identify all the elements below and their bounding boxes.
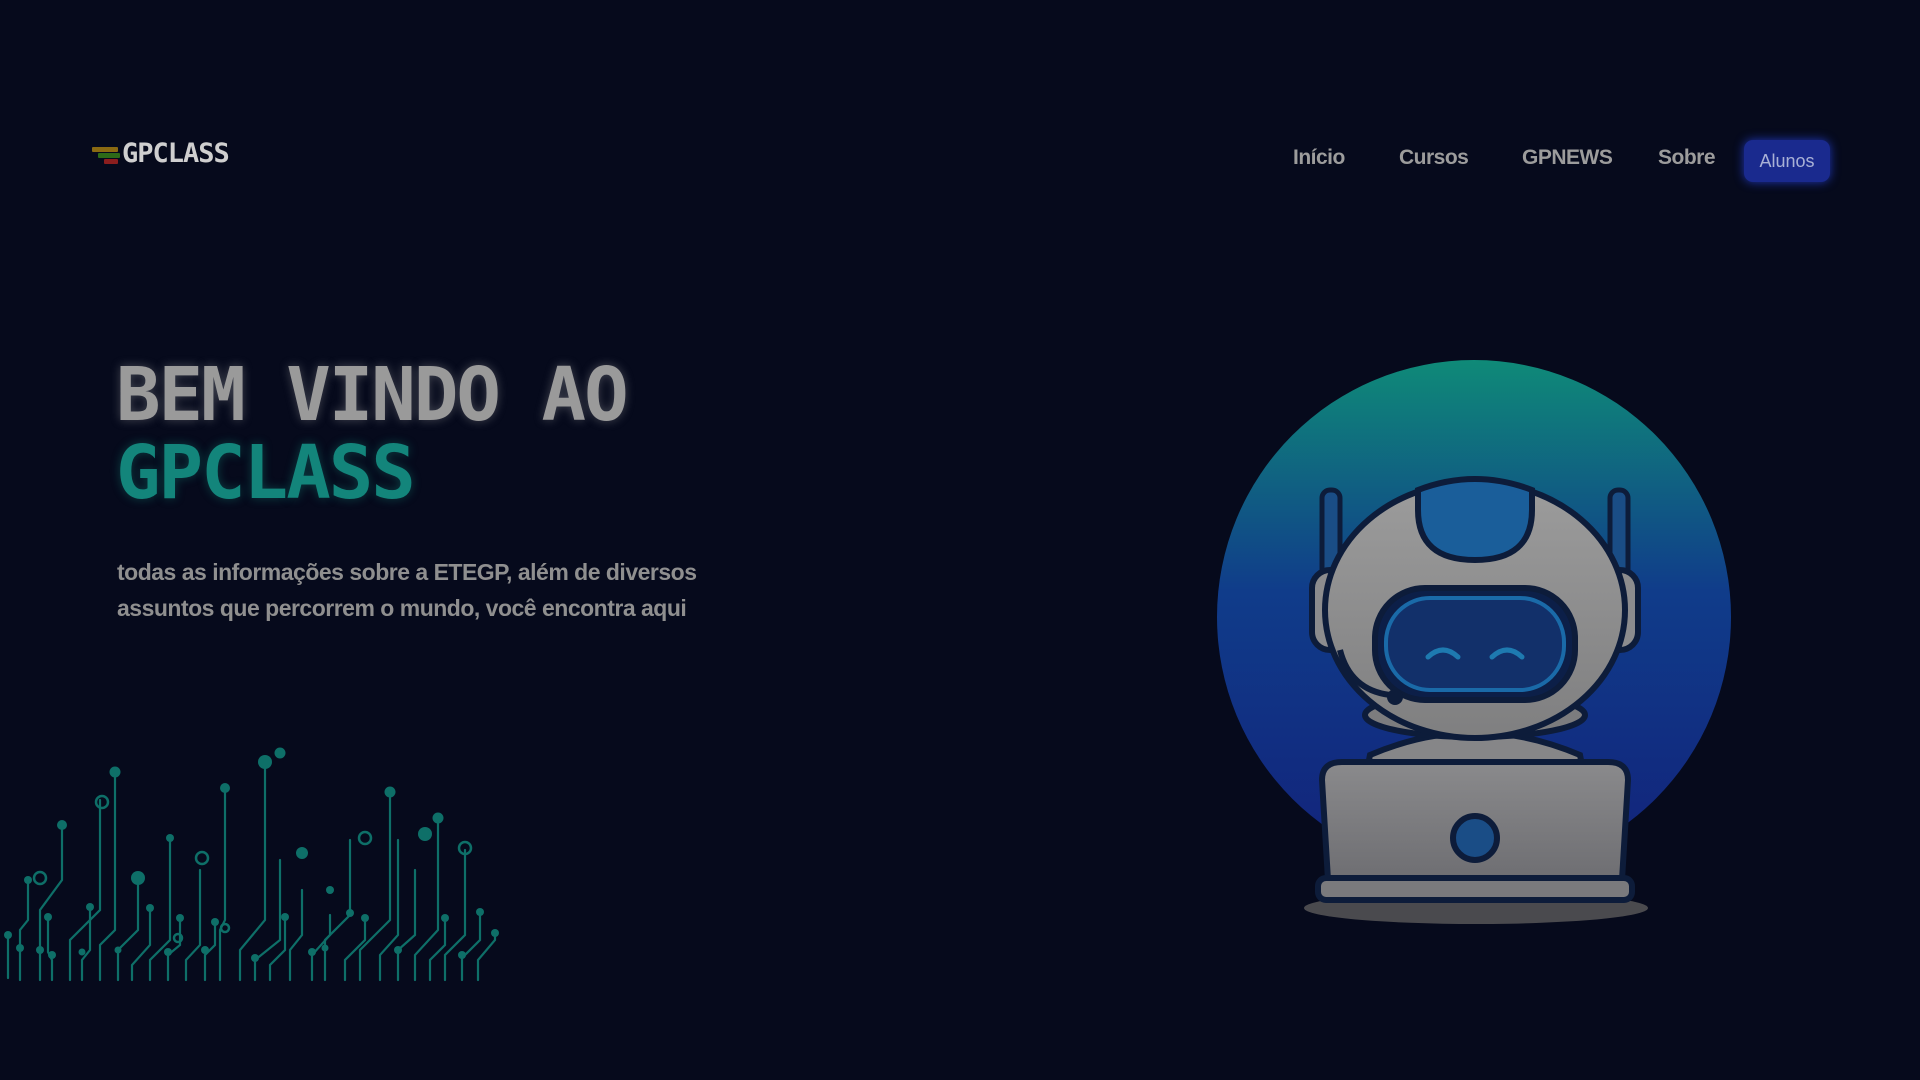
nav-link-gpnews[interactable]: GPNEWS	[1522, 146, 1613, 170]
robot-laptop-illustration-icon	[1217, 360, 1731, 924]
nav-link-inicio[interactable]: Início	[1293, 146, 1345, 170]
nav-link-sobre[interactable]: Sobre	[1658, 146, 1716, 170]
hero-subtitle: todas as informações sobre a ETEGP, além…	[117, 554, 797, 626]
hero-title-line2: GPCLASS	[116, 430, 416, 516]
main-nav: Início Cursos GPNEWS Sobre Alunos	[0, 138, 1920, 184]
alunos-button[interactable]: Alunos	[1744, 140, 1830, 182]
hero-title: BEM VINDO AO GPCLASS	[116, 352, 629, 516]
hero-title-line1: BEM VINDO AO	[116, 352, 629, 438]
hero-subtitle-line1: todas as informações sobre a ETEGP, além…	[117, 559, 697, 585]
hero-subtitle-line2: assuntos que percorrem o mundo, você enc…	[117, 595, 687, 621]
circuit-decoration-icon	[4, 747, 499, 982]
nav-link-cursos[interactable]: Cursos	[1399, 146, 1469, 170]
landing-page: GPCLASS Início Cursos GPNEWS Sobre Aluno…	[0, 0, 1920, 1080]
